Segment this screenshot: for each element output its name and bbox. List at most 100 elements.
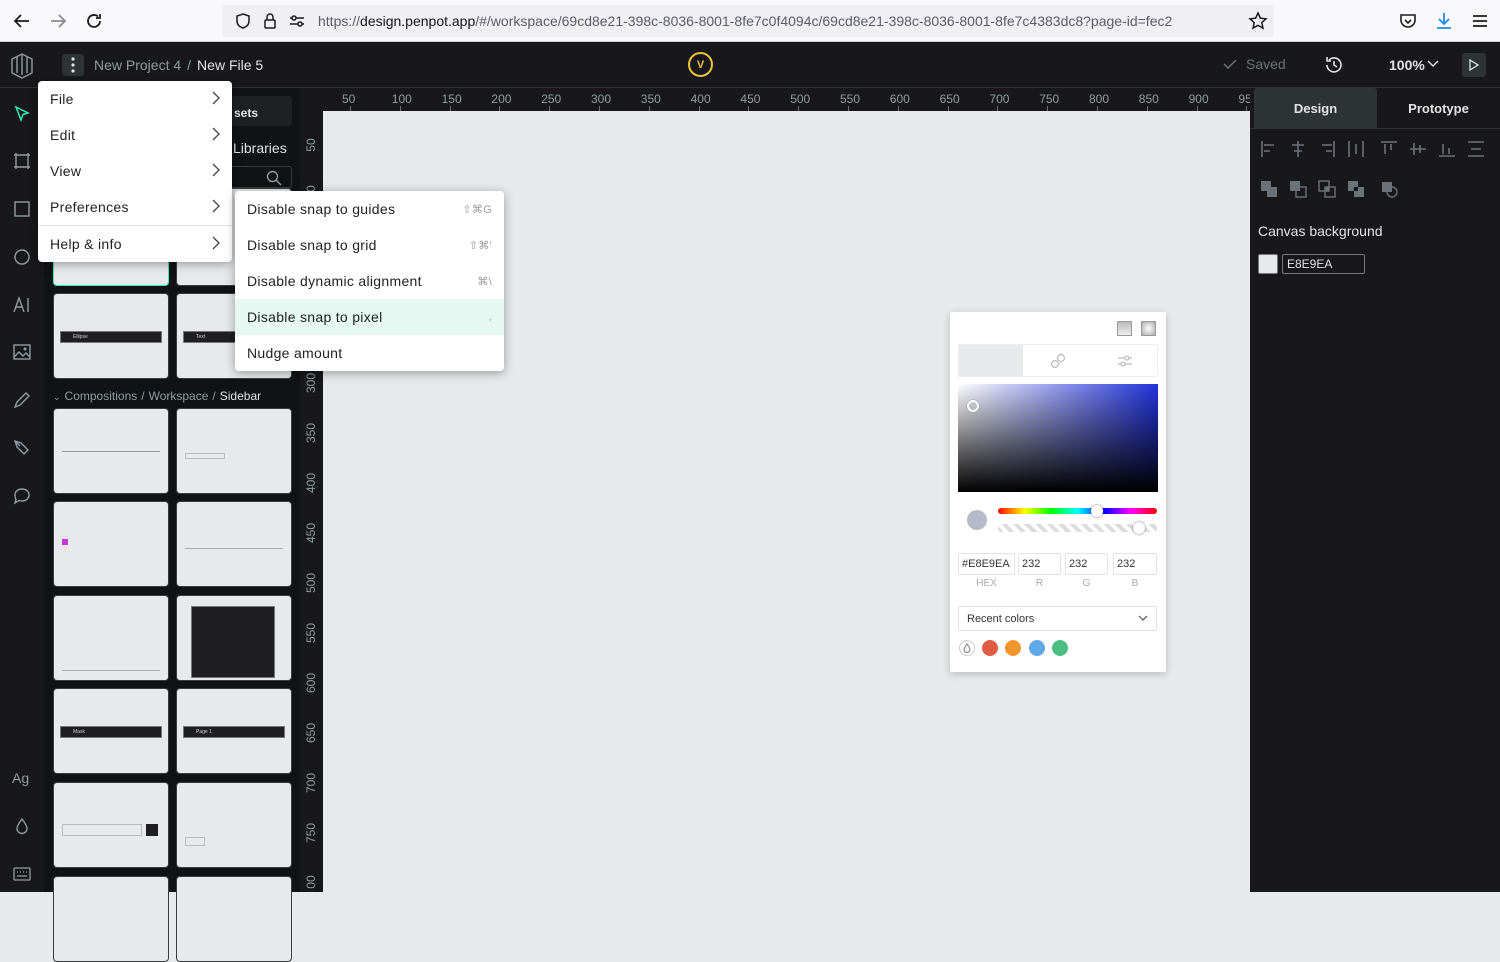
hue-handle[interactable] <box>1091 505 1103 517</box>
r-input[interactable]: 232 <box>1018 553 1061 575</box>
g-input[interactable]: 232 <box>1065 553 1108 575</box>
component-thumb[interactable] <box>176 876 292 962</box>
menu-item-edit[interactable]: Edit <box>38 117 232 153</box>
component-thumb[interactable] <box>176 408 292 494</box>
menu-item-dynamic-alignment[interactable]: Disable dynamic alignment ⌘\ <box>235 263 504 299</box>
rectangle-tool-icon[interactable] <box>10 197 34 221</box>
file-name[interactable]: New File 5 <box>197 57 263 73</box>
eyedropper-icon[interactable] <box>959 640 975 656</box>
reload-icon[interactable] <box>84 11 104 31</box>
tab-prototype[interactable]: Prototype <box>1377 88 1500 128</box>
distribute-v-icon[interactable] <box>1467 140 1485 158</box>
board-tool-icon[interactable] <box>10 149 34 173</box>
recent-color-swatch[interactable] <box>1029 640 1045 656</box>
tab-picker-ramp[interactable] <box>959 345 1023 376</box>
component-thumb[interactable] <box>53 782 169 868</box>
canvas-bg-hex-input[interactable]: E8E9EA <box>1282 254 1365 274</box>
main-menu-icon[interactable] <box>62 54 84 76</box>
penpot-logo-icon[interactable] <box>9 51 35 79</box>
component-thumb-mask[interactable]: Mask <box>53 688 169 774</box>
alpha-handle[interactable] <box>1133 522 1145 534</box>
harmony-icon[interactable] <box>1050 353 1066 369</box>
permissions-icon[interactable] <box>288 13 306 29</box>
flatten-icon[interactable] <box>1380 180 1398 198</box>
project-name[interactable]: New Project 4 <box>94 57 181 73</box>
canvas-bg-swatch[interactable] <box>1258 254 1278 274</box>
component-group-path[interactable]: ⌄ Compositions / Workspace / Sidebar <box>53 389 261 403</box>
hamburger-menu-icon[interactable] <box>1470 11 1490 31</box>
zoom-level[interactable]: 100% <box>1389 57 1425 73</box>
component-thumb-page[interactable]: Page 1 <box>176 688 292 774</box>
menu-item-snap-guides[interactable]: Disable snap to guides ⇧⌘G <box>235 191 504 227</box>
align-top-icon[interactable] <box>1380 140 1398 158</box>
align-v-center-icon[interactable] <box>1409 140 1427 158</box>
sliders-icon[interactable] <box>1117 353 1133 369</box>
bool-exclude-icon[interactable] <box>1347 180 1365 198</box>
component-thumb[interactable] <box>176 595 292 681</box>
bool-union-icon[interactable] <box>1260 180 1278 198</box>
downloads-icon[interactable] <box>1434 11 1454 31</box>
recent-color-swatch[interactable] <box>982 640 998 656</box>
bool-intersection-icon[interactable] <box>1318 180 1336 198</box>
address-bar[interactable]: https://design.penpot.app/#/workspace/69… <box>222 5 1274 37</box>
component-thumb[interactable] <box>53 595 169 681</box>
alpha-slider[interactable] <box>998 522 1157 534</box>
menu-item-snap-pixel[interactable]: Disable snap to pixel, <box>235 299 504 335</box>
curve-tool-icon[interactable] <box>10 388 34 412</box>
path-tool-icon[interactable] <box>10 436 34 460</box>
menu-item-snap-grid[interactable]: Disable snap to grid ⇧⌘' <box>235 227 504 263</box>
back-icon[interactable] <box>12 11 32 31</box>
url-text[interactable]: https://design.penpot.app/#/workspace/69… <box>318 13 1238 29</box>
menu-item-preferences[interactable]: Preferences <box>38 189 232 225</box>
ellipse-tool-icon[interactable] <box>10 245 34 269</box>
lock-icon[interactable] <box>262 12 278 30</box>
pocket-icon[interactable] <box>1398 11 1418 31</box>
component-thumb-ellipse[interactable]: Ellipse <box>53 293 169 379</box>
menu-item-help[interactable]: Help & info <box>38 226 232 262</box>
component-thumb[interactable] <box>176 782 292 868</box>
shield-icon[interactable] <box>234 12 252 30</box>
tab-design[interactable]: Design <box>1254 88 1377 128</box>
chevron-down-icon[interactable] <box>1427 60 1439 68</box>
align-right-icon[interactable] <box>1318 140 1336 158</box>
picker-mode-gradient-icon[interactable] <box>1141 321 1156 336</box>
distribute-h-icon[interactable] <box>1347 140 1365 158</box>
bool-difference-icon[interactable] <box>1289 180 1307 198</box>
image-tool-icon[interactable] <box>10 340 34 364</box>
color-palette-icon[interactable] <box>10 814 34 838</box>
picker-mode-solid-icon[interactable] <box>1117 321 1132 336</box>
forward-icon[interactable] <box>48 11 68 31</box>
component-thumb[interactable] <box>53 876 169 962</box>
align-left-icon[interactable] <box>1260 140 1278 158</box>
move-tool-icon[interactable] <box>10 102 34 126</box>
chevron-down-icon[interactable]: ⌄ <box>53 392 61 402</box>
hex-input[interactable]: #E8E9EA <box>958 553 1015 575</box>
align-h-center-icon[interactable] <box>1289 140 1307 158</box>
recent-color-swatch[interactable] <box>1052 640 1068 656</box>
menu-item-file[interactable]: File <box>38 81 232 117</box>
saturation-value-area[interactable] <box>958 384 1158 492</box>
search-icon[interactable] <box>266 170 282 186</box>
bookmark-star-icon[interactable] <box>1248 11 1268 31</box>
libraries-button[interactable]: Libraries <box>233 140 287 156</box>
component-thumb[interactable] <box>176 501 292 587</box>
color-handle[interactable] <box>967 400 979 412</box>
play-icon[interactable] <box>1462 53 1486 77</box>
typography-icon[interactable]: Ag <box>12 770 29 786</box>
history-icon[interactable] <box>1321 52 1347 78</box>
hue-slider[interactable] <box>998 505 1157 517</box>
menu-item-nudge-amount[interactable]: Nudge amount <box>235 335 504 371</box>
assets-tab[interactable]: sets <box>234 106 258 120</box>
keyboard-shortcuts-icon[interactable] <box>10 862 34 886</box>
component-thumb[interactable] <box>53 408 169 494</box>
component-thumb[interactable] <box>53 501 169 587</box>
recent-color-swatch[interactable] <box>1005 640 1021 656</box>
user-avatar[interactable]: V <box>688 52 713 77</box>
assets-search-field[interactable] <box>230 166 292 188</box>
text-tool-icon[interactable] <box>10 293 34 317</box>
menu-item-view[interactable]: View <box>38 153 232 189</box>
b-input[interactable]: 232 <box>1113 553 1157 575</box>
comments-tool-icon[interactable] <box>10 484 34 508</box>
align-bottom-icon[interactable] <box>1438 140 1456 158</box>
recent-colors-select[interactable]: Recent colors <box>958 606 1157 631</box>
